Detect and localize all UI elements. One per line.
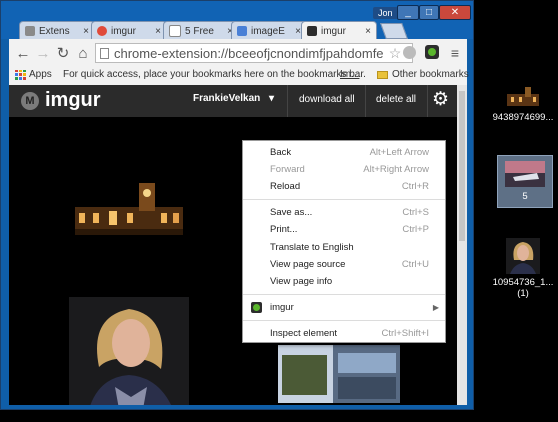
- menu-item-save-as[interactable]: Save as... Ctrl+S: [243, 204, 445, 221]
- menu-item-print[interactable]: Print... Ctrl+P: [243, 221, 445, 238]
- menu-item-inspect[interactable]: Inspect element Ctrl+Shift+I: [243, 325, 445, 342]
- close-tab-icon[interactable]: ×: [83, 26, 89, 37]
- document-icon: [169, 25, 181, 37]
- user-badge[interactable]: Jon: [373, 7, 398, 19]
- other-bookmarks[interactable]: Other bookmarks: [377, 69, 469, 80]
- back-icon[interactable]: ←: [13, 39, 33, 67]
- context-menu: Back Alt+Left Arrow Forward Alt+Right Ar…: [242, 140, 446, 343]
- menu-item-imgur[interactable]: imgur ▶: [243, 299, 445, 316]
- menu-separator: [243, 199, 445, 200]
- title-bar: Extens × imgur × 5 Free × imageE × imgur…: [1, 1, 473, 40]
- forward-icon[interactable]: →: [33, 39, 53, 67]
- bookmarks-hint: For quick access, place your bookmarks h…: [63, 69, 366, 80]
- tab-extensions[interactable]: Extens ×: [19, 21, 95, 40]
- menu-item-page-info[interactable]: View page info: [243, 273, 445, 290]
- imgur-extension-icon: [251, 302, 262, 313]
- close-tab-icon[interactable]: ×: [155, 26, 161, 37]
- imgur-icon: [307, 26, 317, 36]
- desktop-icon-photo-3[interactable]: 10954736_1... (1): [488, 238, 558, 299]
- download-all-button[interactable]: download all: [299, 94, 355, 105]
- folder-icon: [377, 70, 388, 79]
- toolbar: ← → ↻ ⌂ chrome-extension://bceeofjcnondi…: [9, 39, 467, 67]
- screenshot-thumbnail[interactable]: [278, 345, 400, 403]
- imgur-extension-icon[interactable]: [425, 45, 439, 59]
- username-dropdown[interactable]: FrankieVelkan ▾: [193, 93, 274, 104]
- menu-item-reload[interactable]: Reload Ctrl+R: [243, 178, 445, 195]
- scrollbar-thumb[interactable]: [459, 91, 465, 241]
- desktop-icon-photo-2[interactable]: 5: [497, 155, 553, 208]
- reload-icon[interactable]: ↻: [53, 39, 73, 67]
- menu-item-view-source[interactable]: View page source Ctrl+U: [243, 256, 445, 273]
- submenu-arrow-icon: ▶: [432, 303, 439, 312]
- tab-image-e[interactable]: imageE ×: [231, 21, 307, 40]
- menu-separator: [243, 294, 445, 295]
- home-icon[interactable]: ⌂: [73, 39, 93, 67]
- page-icon: [100, 47, 109, 59]
- building-night-photo[interactable]: [69, 177, 187, 243]
- imgur-logo-text: imgur: [45, 89, 101, 111]
- tab-imgur-active[interactable]: imgur ×: [301, 21, 377, 40]
- image-file-icon: [506, 238, 540, 274]
- puzzle-icon: [25, 26, 35, 36]
- menu-item-back[interactable]: Back Alt+Left Arrow: [243, 144, 445, 161]
- menu-item-translate[interactable]: Translate to English: [243, 239, 445, 256]
- gear-icon[interactable]: ⚙: [432, 88, 449, 111]
- bookmarks-bar: Apps For quick access, place your bookma…: [9, 67, 469, 86]
- menu-item-forward[interactable]: Forward Alt+Right Arrow: [243, 161, 445, 178]
- close-window-button[interactable]: ✕: [439, 5, 471, 20]
- imgur-logo-icon: M: [21, 92, 39, 110]
- tab-imgur-1[interactable]: imgur ×: [91, 21, 167, 40]
- star-icon[interactable]: ☆: [385, 39, 405, 67]
- chrome-icon: [97, 26, 107, 36]
- maximize-button[interactable]: □: [419, 5, 439, 20]
- menu-icon[interactable]: ≡: [445, 39, 465, 67]
- menu-separator: [243, 320, 445, 321]
- image-file-icon: [505, 161, 545, 187]
- delete-all-button[interactable]: delete all: [376, 94, 416, 105]
- close-tab-icon[interactable]: ×: [365, 26, 371, 37]
- minimize-button[interactable]: _: [397, 5, 419, 20]
- download-extension-icon[interactable]: [403, 46, 416, 59]
- google-icon: [237, 26, 247, 36]
- apps-shortcut[interactable]: Apps: [15, 69, 52, 80]
- apps-grid-icon: [15, 69, 26, 80]
- desktop-icon-photo-1[interactable]: 9438974699...: [488, 84, 558, 123]
- portrait-photo[interactable]: [69, 297, 189, 405]
- caret-down-icon: ▾: [269, 93, 275, 104]
- import-bookmarks-link[interactable]: Im...: [340, 69, 359, 80]
- imgur-header: M imgur FrankieVelkan ▾ download all del…: [9, 85, 457, 117]
- tab-5-free[interactable]: 5 Free ×: [163, 21, 239, 40]
- address-bar[interactable]: chrome-extension://bceeofjcnondimfjpahdo…: [95, 43, 413, 63]
- new-tab-button[interactable]: [380, 23, 408, 39]
- image-file-icon: [503, 84, 543, 110]
